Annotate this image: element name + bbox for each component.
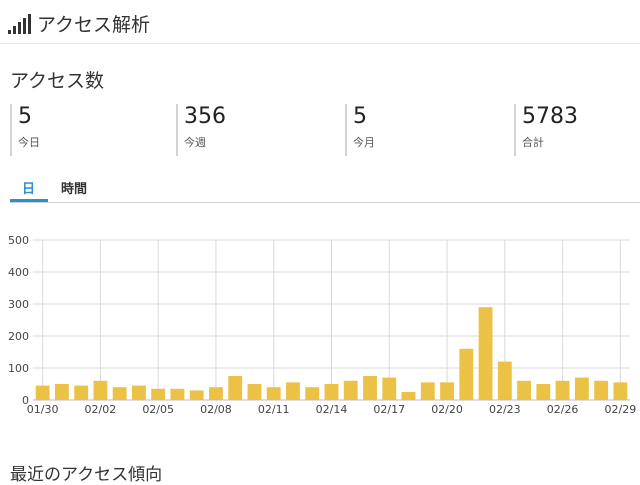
chart-bar [517, 380, 532, 400]
y-tick-label: 300 [8, 298, 29, 311]
stat-total: 5783 合計 [514, 104, 578, 156]
section-title: アクセス数 [10, 70, 105, 92]
signal-bars-icon [8, 12, 31, 34]
chart-bar [247, 384, 262, 400]
chart-bar [266, 387, 281, 400]
chart-bar [74, 385, 89, 400]
x-tick-label: 02/26 [547, 403, 579, 416]
chart-bar [420, 382, 435, 400]
chart-bar [209, 387, 223, 400]
app-header: アクセス解析 [8, 8, 150, 38]
x-tick-label: 02/14 [316, 403, 348, 416]
chart-bar [497, 361, 512, 400]
chart-bar [151, 388, 166, 400]
stat-week-label: 今週 [184, 136, 206, 149]
tab-hour[interactable]: 時間 [61, 178, 87, 197]
stat-month: 5 今月 [345, 104, 375, 156]
stat-today: 5 今日 [10, 104, 40, 156]
chart-bar [594, 380, 609, 400]
x-tick-label: 02/23 [489, 403, 521, 416]
x-tick-label: 02/08 [200, 403, 232, 416]
chart-bar [305, 387, 320, 400]
chart-bar [574, 377, 589, 400]
chart-bar [478, 307, 493, 400]
x-tick-label: 02/20 [431, 403, 463, 416]
y-tick-label: 100 [8, 362, 29, 375]
x-tick-label: 01/30 [27, 403, 59, 416]
chart-bar [93, 380, 108, 400]
chart-bar [228, 376, 243, 400]
chart-bar [440, 382, 454, 400]
view-tabs: 日 時間 [0, 170, 640, 204]
chart-bar [613, 382, 628, 400]
stat-total-label: 合計 [522, 136, 544, 149]
chart-bar [35, 385, 50, 400]
y-tick-label: 500 [8, 234, 29, 247]
header-divider [0, 43, 640, 44]
chart-bar [131, 385, 146, 400]
chart-bar [170, 388, 185, 400]
stat-month-value: 5 [353, 104, 367, 129]
tab-day[interactable]: 日 [22, 178, 35, 197]
x-tick-label: 02/05 [142, 403, 174, 416]
chart-bar [189, 390, 204, 400]
chart-bar [343, 380, 358, 400]
y-tick-label: 200 [8, 330, 29, 343]
recent-trend-title: 最近のアクセス傾向 [10, 465, 163, 485]
chart-bar [536, 384, 551, 400]
chart-bar [54, 384, 69, 400]
access-bar-chart: 010020030040050001/30 02/02 02/05 02/08 02/1… [8, 234, 637, 416]
stat-week-value: 356 [184, 104, 226, 129]
x-tick-label: 02/11 [258, 403, 290, 416]
chart-bar [286, 382, 300, 400]
x-tick-label: 02/02 [85, 403, 117, 416]
chart-bar [382, 377, 397, 400]
stats-row: 5 今日 356 今週 5 今月 5783 合計 [0, 104, 640, 156]
x-tick-label: 02/29 [605, 403, 637, 416]
stat-total-value: 5783 [522, 104, 578, 129]
tabs-divider [10, 202, 640, 203]
stat-month-label: 今月 [353, 136, 375, 149]
y-tick-label: 400 [8, 266, 29, 279]
chart-bar [324, 384, 339, 400]
stat-today-label: 今日 [18, 136, 40, 149]
stat-today-value: 5 [18, 104, 32, 129]
chart-bar [401, 392, 416, 400]
chart-bar [363, 376, 377, 400]
x-tick-label: 02/17 [373, 403, 405, 416]
stat-week: 356 今週 [176, 104, 226, 156]
chart-bar [459, 348, 474, 400]
page-title: アクセス解析 [37, 13, 151, 36]
chart-bar [555, 380, 570, 400]
chart-bar [112, 387, 127, 400]
